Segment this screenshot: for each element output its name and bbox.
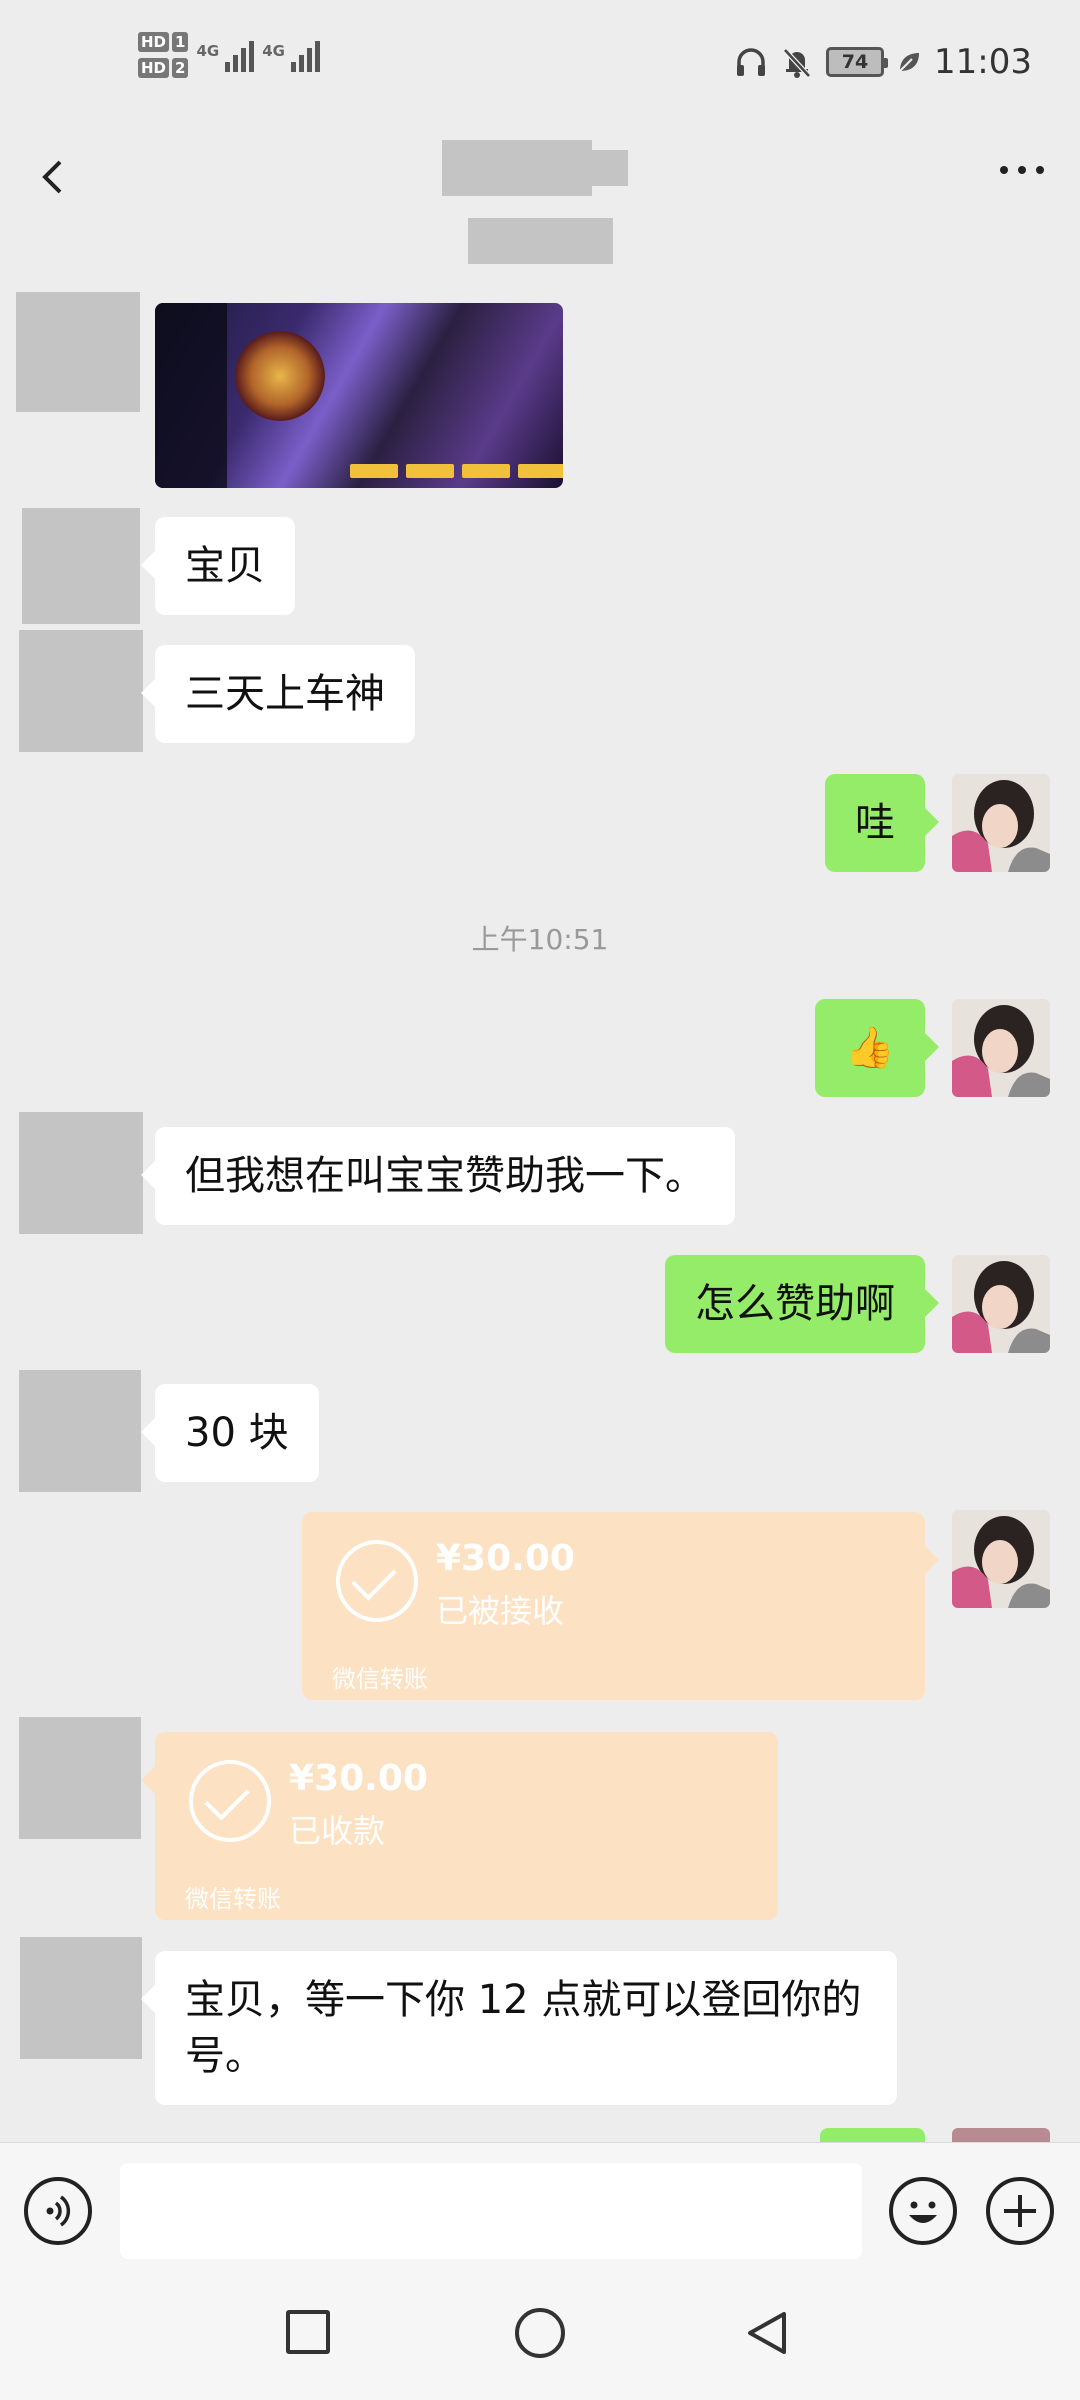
- contact-avatar[interactable]: [22, 508, 140, 624]
- outgoing-transfer-card[interactable]: ¥30.00 已被接收 微信转账: [302, 1512, 939, 1700]
- emoji-icon[interactable]: [889, 2177, 957, 2245]
- voice-icon[interactable]: [24, 2177, 92, 2245]
- signal-bars-1-icon: [225, 38, 255, 72]
- recent-apps-icon[interactable]: [286, 2310, 330, 2354]
- sim-index-2: 2: [172, 58, 189, 78]
- transfer-footer: 微信转账: [332, 1665, 428, 1693]
- transfer-status: 已收款: [289, 1812, 386, 1850]
- contact-avatar[interactable]: [19, 630, 143, 752]
- hd-badge-2: HD: [138, 58, 170, 78]
- contact-avatar[interactable]: [20, 1937, 142, 2059]
- bell-muted-icon: [783, 48, 811, 78]
- incoming-message[interactable]: 宝贝，等一下你 12 点就可以登回你的号。: [141, 1951, 897, 2105]
- outgoing-emoji-message[interactable]: 👍: [815, 999, 939, 1097]
- sim-index-1: 1: [172, 32, 189, 52]
- contact-avatar[interactable]: [19, 1717, 141, 1839]
- network-type-1: 4G: [196, 42, 220, 60]
- incoming-message[interactable]: 宝贝: [141, 517, 295, 615]
- transfer-amount: ¥30.00: [289, 1758, 428, 1799]
- plus-icon[interactable]: [986, 2177, 1054, 2245]
- message-input[interactable]: [120, 2163, 862, 2259]
- my-avatar-partial[interactable]: [952, 2128, 1050, 2142]
- rank-emblem-icon: [235, 331, 325, 421]
- status-icons: 74 11:03: [734, 42, 1032, 82]
- contact-avatar[interactable]: [19, 1112, 143, 1234]
- home-icon[interactable]: [515, 2308, 565, 2358]
- headphones-icon: [737, 48, 766, 76]
- incoming-message[interactable]: 30 块: [141, 1384, 319, 1482]
- battery-indicator: 74: [826, 47, 889, 77]
- timestamp: 上午10:51: [471, 923, 609, 956]
- image-message[interactable]: [155, 303, 563, 488]
- chat-subtitle-redacted: [468, 218, 613, 264]
- input-bar: [0, 2142, 1080, 2260]
- outgoing-message[interactable]: 怎么赞助啊: [665, 1255, 939, 1353]
- transfer-footer: 微信转账: [185, 1885, 281, 1913]
- chat-header: [0, 130, 1080, 264]
- status-bar: HD 1 HD 2 4G 4G 74 11:03: [0, 0, 1080, 130]
- more-dots-icon[interactable]: [1000, 166, 1044, 174]
- my-avatar[interactable]: [952, 1510, 1050, 1608]
- check-circle-icon: [189, 1760, 271, 1842]
- system-nav-bar: [0, 2260, 1080, 2400]
- outgoing-message[interactable]: 哇: [825, 774, 939, 872]
- my-avatar[interactable]: [952, 774, 1050, 872]
- contact-avatar[interactable]: [16, 292, 140, 412]
- signal-bars-2-icon: [290, 38, 320, 72]
- image-buttons: [350, 464, 563, 478]
- check-circle-icon: [336, 1540, 418, 1622]
- transfer-amount: ¥30.00: [436, 1538, 575, 1579]
- incoming-message[interactable]: 但我想在叫宝宝赞助我一下。: [141, 1127, 735, 1225]
- chat-title-redacted-part: [580, 150, 628, 186]
- leaf-icon: [899, 53, 920, 72]
- my-avatar[interactable]: [952, 999, 1050, 1097]
- incoming-message[interactable]: 三天上车神: [141, 645, 415, 743]
- network-type-2: 4G: [262, 42, 285, 60]
- back-triangle-icon[interactable]: [742, 2308, 792, 2358]
- chevron-left-icon[interactable]: [30, 152, 80, 202]
- transfer-status: 已被接收: [436, 1592, 565, 1630]
- my-avatar[interactable]: [952, 1255, 1050, 1353]
- signal-group: HD 1 HD 2 4G 4G: [138, 32, 320, 78]
- contact-avatar[interactable]: [19, 1370, 141, 1492]
- outgoing-message-partial[interactable]: [820, 2128, 925, 2142]
- image-sidebar: [155, 303, 227, 488]
- incoming-transfer-card[interactable]: ¥30.00 已收款 微信转账: [141, 1732, 778, 1920]
- chat-title-redacted: [442, 140, 592, 196]
- hd-badge-1: HD: [138, 32, 170, 52]
- clock: 11:03: [934, 42, 1032, 82]
